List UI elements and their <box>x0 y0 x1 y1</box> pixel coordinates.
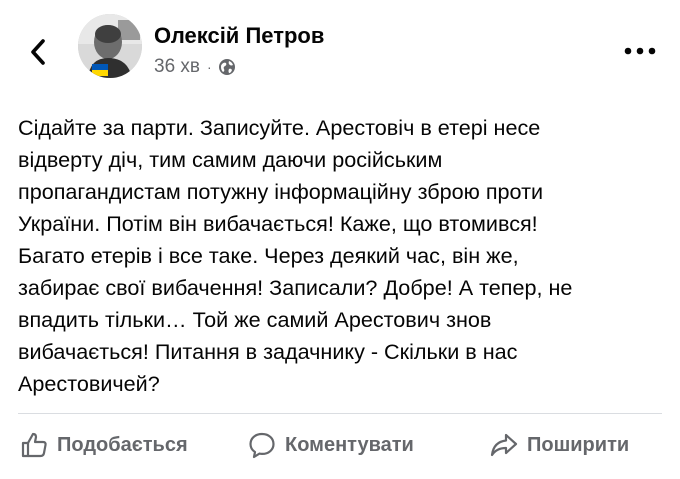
share-button[interactable]: Поширити <box>490 420 629 470</box>
share-label: Поширити <box>527 433 630 456</box>
meta-separator: · <box>207 59 212 75</box>
comment-icon <box>248 431 276 459</box>
more-options-icon <box>624 47 656 55</box>
like-label: Подобається <box>57 433 188 456</box>
author-block: Олексій Петров 36 хв · <box>154 22 324 78</box>
like-button[interactable]: Подобається <box>20 420 188 470</box>
post-timestamp[interactable]: 36 хв <box>154 56 200 78</box>
divider <box>18 413 662 414</box>
more-options-button[interactable] <box>620 36 660 66</box>
avatar[interactable] <box>78 14 142 78</box>
author-name[interactable]: Олексій Петров <box>154 22 324 50</box>
facebook-post: Олексій Петров 36 хв · Сідайте за парти.… <box>0 0 680 479</box>
comment-button[interactable]: Коментувати <box>248 420 414 470</box>
comment-label: Коментувати <box>285 433 414 456</box>
thumbs-up-icon <box>20 431 48 459</box>
post-text: Сідайте за парти. Записуйте. Арестовіч в… <box>18 115 573 396</box>
share-icon <box>490 431 518 459</box>
post-meta: 36 хв · <box>154 56 324 78</box>
chevron-left-icon <box>31 39 45 65</box>
avatar-image <box>78 14 142 78</box>
back-button[interactable] <box>18 30 58 74</box>
post-actions: Подобається Коментувати Поширити <box>0 420 680 470</box>
globe-icon[interactable] <box>218 58 236 76</box>
